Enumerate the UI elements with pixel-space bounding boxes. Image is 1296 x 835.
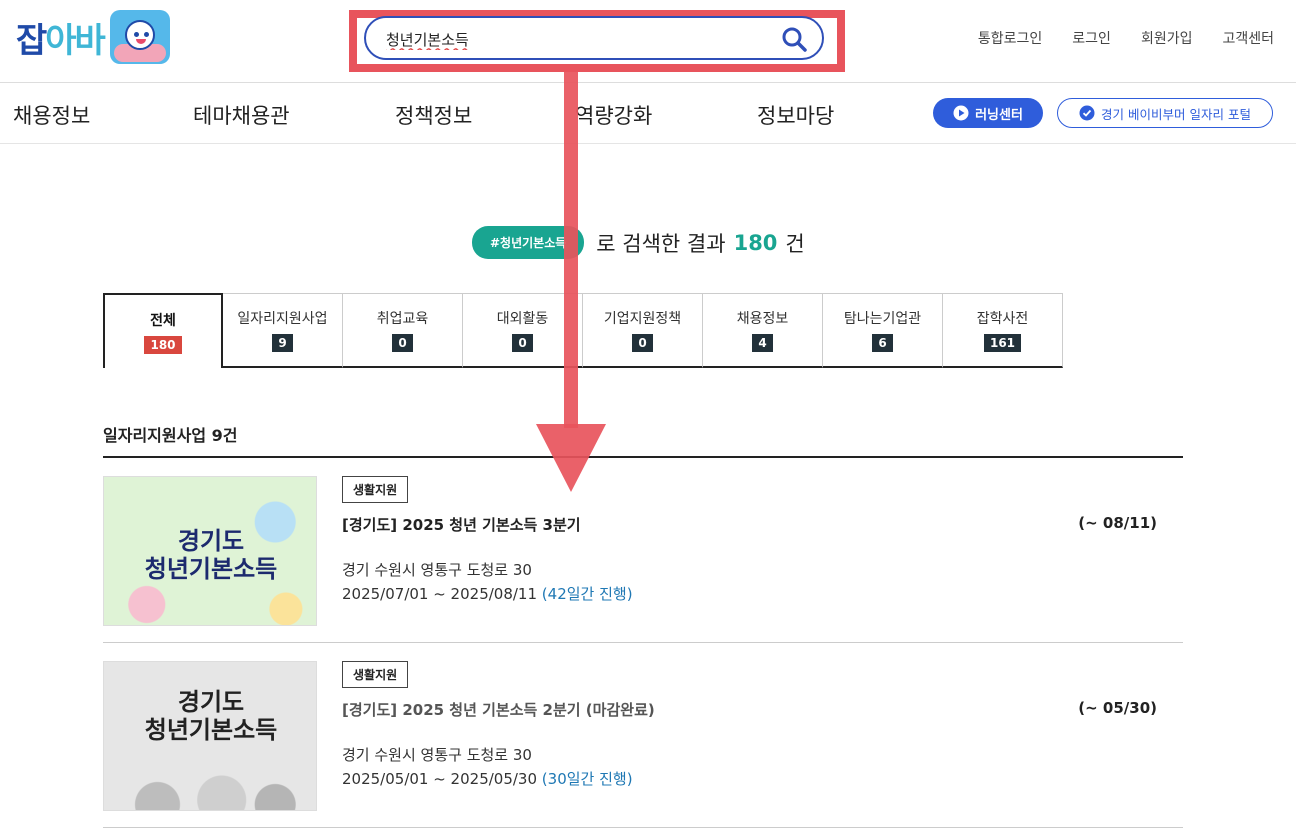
integrated-login-link[interactable]: 통합로그인 [978, 28, 1042, 48]
tab-label: 잡학사전 [976, 311, 1029, 327]
item-deadline: (~ 05/30) [1078, 699, 1157, 717]
result-unit: 건 [785, 231, 805, 256]
tab-all[interactable]: 전체 180 [103, 293, 223, 368]
tab-count: 161 [983, 334, 1022, 352]
annotation-arrow-shaft [564, 68, 578, 428]
list-item: 경기도 청년기본소득 생활지원 [경기도] 2025 청년 기본소득 3분기 (… [103, 458, 1183, 643]
period-dates: 2025/05/01 ~ 2025/05/30 [342, 770, 538, 788]
tab-count: 6 [872, 334, 893, 352]
tab-label: 일자리지원사업 [237, 311, 328, 327]
period-duration: (42일간 진행) [541, 585, 633, 603]
section-title: 일자리지원사업 9건 [103, 426, 238, 445]
tab-count: 0 [392, 334, 413, 352]
category-badge: 생활지원 [342, 476, 409, 503]
item-title-link[interactable]: [경기도] 2025 청년 기본소득 3분기 [342, 514, 581, 535]
item-title-link[interactable]: [경기도] 2025 청년 기본소득 2분기 (마감완료) [342, 699, 655, 720]
mascot-icon [109, 10, 170, 64]
tab-label: 기업지원정책 [603, 311, 682, 327]
tab-label: 탐나는기업관 [843, 311, 922, 327]
portal-label: 경기 베이비부머 일자리 포털 [1101, 106, 1251, 122]
portal-button[interactable]: 경기 베이비부머 일자리 포털 [1057, 98, 1273, 128]
tab-label: 대외활동 [496, 311, 549, 327]
category-tabs: 전체 180 일자리지원사업 9 취업교육 0 대외활동 0 기업지원정책 0 … [103, 293, 1063, 368]
item-thumbnail[interactable]: 경기도 청년기본소득 [103, 476, 317, 626]
search-icon [782, 27, 807, 52]
tab-label: 전체 [150, 312, 176, 329]
result-count: 180 [733, 230, 778, 255]
tab-dictionary[interactable]: 잡학사전 161 [943, 293, 1063, 368]
tab-label: 채용정보 [736, 311, 789, 327]
thumb-title-line2: 청년기본소득 [144, 555, 278, 583]
check-circle-icon [1079, 105, 1095, 121]
nav-item-jobs[interactable]: 채용정보 [13, 100, 90, 130]
play-icon [953, 105, 969, 121]
list-item: 경기도 청년기본소득 생활지원 [경기도] 2025 청년 기본소득 2분기 (… [103, 643, 1183, 828]
site-header: 잡아바 통합로그인 로그인 회원가입 고객센터 [0, 0, 1296, 83]
logo-text-part1: 잡 [16, 20, 47, 61]
item-address: 경기 수원시 영통구 도청로 30 [342, 561, 532, 579]
search-result-summary: #청년기본소득 로 검색한 결과 180 건 [472, 226, 805, 259]
nav-item-theme-jobs[interactable]: 테마채용관 [193, 100, 290, 130]
search-button[interactable] [780, 25, 808, 53]
tab-education[interactable]: 취업교육 0 [343, 293, 463, 368]
tab-jobs[interactable]: 채용정보 4 [703, 293, 823, 368]
item-period: 2025/07/01 ~ 2025/08/11 (42일간 진행) [342, 583, 633, 604]
site-logo[interactable]: 잡아바 [16, 10, 170, 64]
search-bar [364, 16, 824, 60]
item-thumbnail[interactable]: 경기도 청년기본소득 [103, 661, 317, 811]
period-dates: 2025/07/01 ~ 2025/08/11 [342, 585, 538, 603]
tab-count: 4 [752, 334, 773, 352]
top-links: 통합로그인 로그인 회원가입 고객센터 [978, 28, 1274, 48]
search-input[interactable] [386, 28, 766, 50]
tab-business-policy[interactable]: 기업지원정책 0 [583, 293, 703, 368]
result-text: 로 검색한 결과 [596, 231, 726, 256]
tab-count: 180 [144, 335, 182, 354]
nav-item-info[interactable]: 정보마당 [757, 100, 834, 130]
tab-label: 취업교육 [376, 311, 429, 327]
learning-center-button[interactable]: 러닝센터 [933, 98, 1043, 128]
tab-count: 0 [512, 334, 533, 352]
tab-count: 0 [632, 334, 653, 352]
logo-text: 잡아바 [16, 13, 106, 62]
period-duration: (30일간 진행) [541, 770, 633, 788]
tab-count: 9 [272, 334, 293, 352]
item-deadline: (~ 08/11) [1078, 514, 1157, 532]
tab-companies[interactable]: 탐나는기업관 6 [823, 293, 943, 368]
item-period: 2025/05/01 ~ 2025/05/30 (30일간 진행) [342, 768, 633, 789]
nav-item-policy[interactable]: 정책정보 [395, 100, 472, 130]
signup-link[interactable]: 회원가입 [1141, 28, 1193, 48]
item-address: 경기 수원시 영통구 도청로 30 [342, 746, 532, 764]
main-nav: 채용정보 테마채용관 정책정보 역량강화 정보마당 러닝센터 경기 베이비부머 … [0, 84, 1296, 144]
annotation-arrow-head [536, 424, 606, 492]
thumb-title-line2: 청년기본소득 [144, 716, 278, 744]
nav-item-skills[interactable]: 역량강화 [575, 100, 652, 130]
logo-text-part2: 아바 [45, 20, 106, 61]
customer-center-link[interactable]: 고객센터 [1222, 28, 1274, 48]
tab-job-support[interactable]: 일자리지원사업 9 [223, 293, 343, 368]
login-link[interactable]: 로그인 [1072, 28, 1111, 48]
learning-center-label: 러닝센터 [975, 107, 1023, 123]
category-badge: 생활지원 [342, 661, 409, 688]
